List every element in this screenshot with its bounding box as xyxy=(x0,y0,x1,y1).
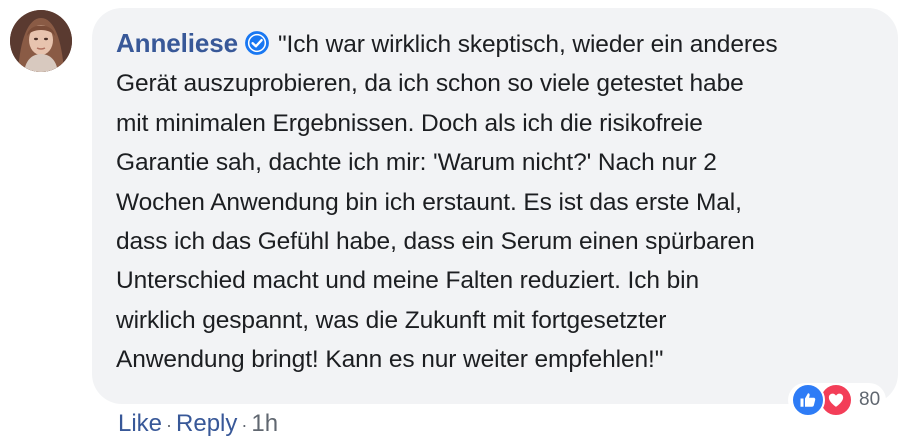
avatar-photo xyxy=(10,10,72,72)
comment-line: "Ich war wirklich skeptisch, wieder ein … xyxy=(277,31,778,58)
timestamp[interactable]: 1h xyxy=(251,410,278,437)
reaction-count: 80 xyxy=(859,389,881,410)
separator-dot: · xyxy=(166,415,173,435)
reply-link[interactable]: Reply xyxy=(176,410,237,437)
author-name[interactable]: Anneliese xyxy=(116,28,238,58)
comment-line: Gerät auszuprobieren, da ich schon so vi… xyxy=(116,70,744,98)
comment-line: wirklich gespannt, was die Zukunft mit f… xyxy=(116,306,667,334)
comment-line: Wochen Anwendung bin ich erstaunt. Es is… xyxy=(116,188,742,216)
like-link[interactable]: Like xyxy=(118,410,162,437)
comment-line: Unterschied macht und meine Falten reduz… xyxy=(116,267,699,295)
comment-body: Anneliese "Ich war wirklich skeptisch, wi… xyxy=(116,24,886,380)
comment-line: Anwendung bringt! Kann es nur weiter emp… xyxy=(116,346,664,374)
comment-line: mit minimalen Ergebnissen. Doch als ich … xyxy=(116,109,703,137)
avatar[interactable] xyxy=(10,10,72,72)
comment-first-line: Anneliese "Ich war wirklich skeptisch, wi… xyxy=(116,24,886,64)
reactions-summary[interactable]: 80 xyxy=(788,383,887,417)
like-icon xyxy=(791,383,825,417)
comment-line: Garantie sah, dachte ich mir: 'Warum nic… xyxy=(116,149,717,177)
separator-dot: · xyxy=(241,415,248,435)
verified-badge-icon xyxy=(245,31,269,55)
comment-line: dass ich das Gefühl habe, dass ein Serum… xyxy=(116,228,755,256)
comment-actions: Like · Reply · 1h xyxy=(118,410,278,438)
